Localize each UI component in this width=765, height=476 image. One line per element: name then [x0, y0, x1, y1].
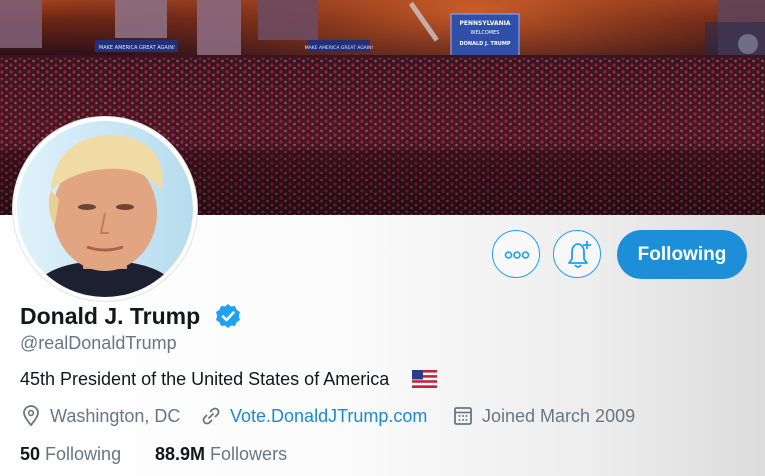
banner-sign-state: PENNSYLVANIA: [460, 20, 511, 27]
following-count-link[interactable]: 50 Following: [20, 443, 121, 465]
verified-badge-icon: [216, 304, 240, 328]
more-dots-icon: [504, 251, 530, 259]
user-handle: @realDonaldTrump: [20, 333, 177, 353]
avatar-portrait-image: [17, 121, 193, 297]
more-options-button[interactable]: [492, 230, 540, 278]
joined-date: Joined March 2009: [482, 406, 636, 426]
website-link[interactable]: Vote.DonaldJTrump.com: [230, 405, 427, 427]
location-pin-icon: [23, 405, 39, 427]
banner-sign-name: DONALD J. TRUMP: [460, 41, 511, 47]
display-name: Donald J. Trump: [20, 303, 201, 329]
us-flag-icon: [412, 370, 437, 388]
followers-count: 88.9M: [155, 444, 206, 464]
followers-count-link[interactable]: 88.9M Followers: [155, 443, 287, 465]
notifications-bell-button[interactable]: [553, 230, 601, 278]
calendar-icon: [454, 407, 472, 425]
following-count-label: Following: [45, 444, 122, 464]
banner-sign-text-1: MAKE AMERICA GREAT AGAIN!: [99, 45, 175, 51]
banner-sign-welcomes: WELCOMES: [471, 30, 500, 36]
bio-text: 45th President of the United States of A…: [20, 369, 390, 389]
profile-avatar[interactable]: [13, 117, 197, 301]
banner-sign-text-2: MAKE AMERICA GREAT AGAIN!: [305, 45, 374, 51]
followers-count-label: Followers: [210, 444, 288, 464]
bell-plus-icon: [568, 241, 591, 268]
location-text: Washington, DC: [50, 406, 181, 426]
following-button[interactable]: Following: [617, 230, 747, 279]
following-count: 50: [20, 444, 41, 464]
link-icon: [202, 407, 220, 425]
